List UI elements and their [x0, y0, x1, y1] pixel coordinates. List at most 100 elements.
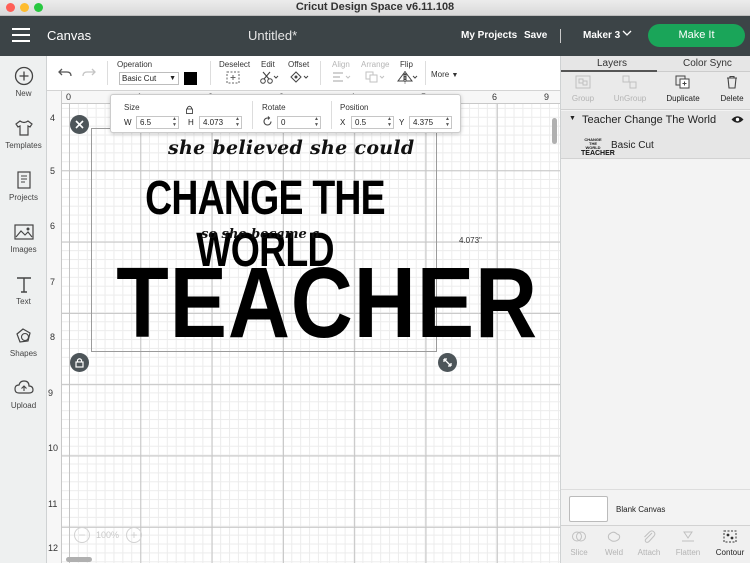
edit-scissors-icon[interactable]	[259, 71, 279, 87]
design-group[interactable]: she believed she could CHANGE THE WORLD …	[91, 128, 537, 357]
layer-group-row[interactable]: ▼ Teacher Change The World	[561, 111, 750, 129]
redo-icon[interactable]	[81, 66, 97, 83]
flatten-icon	[682, 531, 694, 542]
blank-canvas-label: Blank Canvas	[616, 505, 666, 514]
delete-selection-handle[interactable]	[70, 115, 89, 134]
eye-icon[interactable]	[731, 115, 744, 127]
text-icon	[16, 277, 31, 293]
close-icon	[75, 120, 84, 129]
lock-icon	[75, 358, 84, 368]
menu-icon[interactable]	[12, 28, 30, 42]
sidebar-item-images[interactable]: Images	[0, 222, 47, 268]
bottom-actions: Slice Weld Attach Flatten Contour	[561, 525, 750, 563]
layer-row[interactable]: CHANGE THE WORLD TEACHER Basic Cut	[561, 129, 750, 159]
height-field[interactable]: 4.073 ▲ ▼	[199, 116, 242, 129]
arrange-icon[interactable]	[365, 71, 385, 87]
machine-selector[interactable]: Maker 3	[583, 30, 620, 41]
spinner-arrows-icon[interactable]: ▲ ▼	[235, 116, 240, 128]
slice-icon	[572, 531, 586, 542]
zoom-out-button[interactable]: −	[74, 527, 90, 543]
spinner-arrows-icon[interactable]: ▲ ▼	[314, 116, 319, 128]
x-position-field[interactable]: 0.5 ▲ ▼	[351, 116, 394, 129]
attach-label: Attach	[637, 548, 661, 557]
ruler-number: 9	[544, 92, 550, 102]
panel-divider	[331, 101, 332, 129]
tab-layers[interactable]: Layers	[597, 58, 627, 69]
offset-label: Offset	[288, 60, 310, 69]
height-value: 4.073	[203, 118, 224, 127]
more-menu[interactable]: More ▼	[431, 70, 458, 79]
vertical-scrollbar[interactable]	[552, 118, 557, 144]
delete-button[interactable]: Delete	[712, 75, 750, 103]
edit-label: Edit	[261, 60, 275, 69]
flatten-label: Flatten	[675, 548, 701, 557]
toolbar-divider	[210, 61, 211, 85]
ruler-number: 5	[50, 166, 56, 176]
save-button[interactable]: Save	[524, 30, 547, 41]
height-readout: 4.073"	[459, 236, 482, 245]
document-title[interactable]: Untitled*	[248, 28, 297, 43]
thumb-line-2: TEACHER	[581, 150, 615, 157]
design-script-line-2: so she became a	[201, 227, 320, 242]
group-button[interactable]: Group	[563, 75, 603, 103]
duplicate-button[interactable]: Duplicate	[663, 75, 703, 103]
zoom-in-button[interactable]: +	[126, 527, 142, 543]
spinner-arrows-icon[interactable]: ▲ ▼	[445, 116, 450, 128]
flatten-button[interactable]: Flatten	[671, 530, 705, 557]
zoom-controls: − 100% +	[74, 527, 144, 545]
sidebar-item-new[interactable]: New	[0, 66, 47, 112]
header-divider	[560, 29, 561, 43]
lock-aspect-icon[interactable]	[185, 105, 194, 116]
flip-icon[interactable]	[396, 71, 418, 87]
layer-group-name: Teacher Change The World	[582, 114, 717, 126]
ungroup-button[interactable]: UnGroup	[610, 75, 650, 103]
deselect-icon[interactable]	[226, 71, 240, 87]
operation-label: Operation	[117, 60, 153, 69]
operation-select[interactable]: Basic Cut ▼	[119, 72, 179, 85]
make-it-button[interactable]: Make It	[648, 24, 745, 47]
chevron-down-icon: ▼	[169, 75, 176, 82]
weld-label: Weld	[604, 548, 624, 557]
weld-button[interactable]: Weld	[597, 530, 631, 557]
rotate-field[interactable]: 0 ▲ ▼	[277, 116, 321, 129]
spinner-arrows-icon[interactable]: ▲ ▼	[387, 116, 392, 128]
attach-button[interactable]: Attach	[632, 530, 666, 557]
sidebar-item-shapes[interactable]: Shapes	[0, 326, 47, 372]
horizontal-scrollbar[interactable]	[66, 557, 92, 562]
toolbar-divider	[320, 61, 321, 85]
layers-panel: Layers Color Sync Group UnGroup Duplicat…	[560, 56, 750, 563]
undo-icon[interactable]	[57, 66, 73, 83]
blank-canvas-swatch[interactable]	[569, 496, 608, 522]
resize-handle[interactable]	[438, 353, 457, 372]
sidebar-item-label: Templates	[5, 141, 42, 150]
slice-button[interactable]: Slice	[562, 530, 596, 557]
left-sidebar: New Templates Projects Images Text Shape…	[0, 56, 47, 563]
spinner-arrows-icon[interactable]: ▲ ▼	[172, 116, 177, 128]
more-label: More	[431, 70, 450, 79]
image-icon	[13, 224, 34, 240]
sidebar-item-projects[interactable]: Projects	[0, 170, 47, 216]
blank-canvas-row[interactable]: Blank Canvas	[561, 489, 750, 525]
app-title: Cricut Design Space v6.11.108	[295, 1, 455, 13]
tab-color-sync[interactable]: Color Sync	[683, 58, 732, 69]
width-field[interactable]: 6.5 ▲ ▼	[136, 116, 179, 129]
chevron-down-icon[interactable]	[622, 28, 632, 41]
lock-proportions-handle[interactable]	[70, 353, 89, 372]
collapse-caret-icon[interactable]: ▼	[569, 115, 576, 122]
design-script-line-1: she believed she could	[168, 137, 415, 159]
operation-color-swatch[interactable]	[184, 72, 197, 85]
align-icon[interactable]	[331, 71, 351, 87]
delete-label: Delete	[720, 94, 744, 103]
width-value: 6.5	[140, 118, 152, 127]
group-icon	[575, 75, 591, 89]
sidebar-item-upload[interactable]: Upload	[0, 378, 47, 424]
align-label: Align	[332, 60, 350, 69]
sidebar-item-text[interactable]: Text	[0, 274, 47, 320]
y-position-field[interactable]: 4.375 ▲ ▼	[409, 116, 452, 129]
slice-label: Slice	[570, 548, 588, 557]
ruler-number: 11	[48, 499, 58, 509]
sidebar-item-templates[interactable]: Templates	[0, 118, 47, 164]
offset-icon[interactable]	[289, 71, 309, 87]
contour-button[interactable]: Contour	[713, 530, 747, 557]
my-projects-button[interactable]: My Projects	[461, 30, 517, 41]
